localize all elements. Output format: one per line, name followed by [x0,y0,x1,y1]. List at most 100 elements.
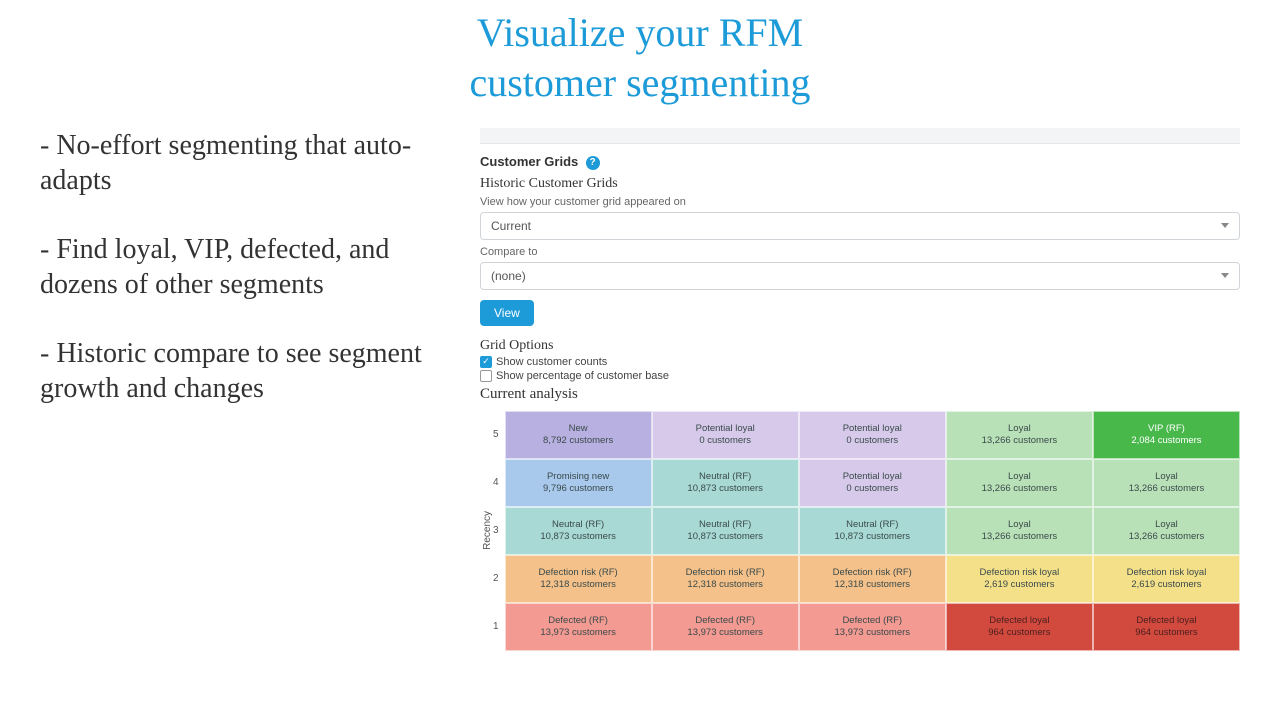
rfm-cell[interactable]: Promising new9,796 customers [505,459,652,507]
segment-count: 0 customers [699,435,751,447]
segment-name: Loyal [1008,519,1031,531]
app-panel: Customer Grids ? Historic Customer Grids… [480,128,1280,651]
rfm-cell[interactable]: Defected (RF)13,973 customers [799,603,946,651]
rfm-cell[interactable]: Defection risk (RF)12,318 customers [799,555,946,603]
historic-heading: Historic Customer Grids [480,176,1240,192]
rfm-cell[interactable]: Neutral (RF)10,873 customers [652,459,799,507]
title-line-1: Visualize your RFM [477,10,803,55]
analysis-title: Current analysis [480,386,1240,403]
y-axis-ticks: 5 4 3 2 1 [493,411,505,651]
segment-name: Defection risk loyal [1127,567,1207,579]
segment-name: Promising new [547,471,609,483]
segment-count: 12,318 customers [835,579,911,591]
segment-name: Potential loyal [696,423,755,435]
rfm-cell[interactable]: Defected loyal964 customers [1093,603,1240,651]
segment-name: Potential loyal [843,471,902,483]
segment-count: 13,973 customers [835,627,911,639]
view-button[interactable]: View [480,300,534,326]
opt-show-counts-row: ✓ Show customer counts [480,356,1240,368]
segment-count: 10,873 customers [687,483,763,495]
segment-name: Loyal [1155,519,1178,531]
compare-label: Compare to [480,246,1240,258]
rfm-grid-wrap: Recency 5 4 3 2 1 New8,792 customersPote… [480,411,1240,651]
rfm-grid: New8,792 customersPotential loyal0 custo… [505,411,1240,651]
rfm-cell[interactable]: Loyal13,266 customers [946,459,1093,507]
rfm-cell[interactable]: Loyal13,266 customers [1093,507,1240,555]
rfm-cell[interactable]: Neutral (RF)10,873 customers [652,507,799,555]
segment-name: Defected (RF) [842,615,902,627]
rfm-cell[interactable]: Defected (RF)13,973 customers [505,603,652,651]
segment-count: 13,266 customers [1129,483,1205,495]
rfm-cell[interactable]: Potential loyal0 customers [652,411,799,459]
grid-options-title: Grid Options [480,338,1240,354]
segment-name: VIP (RF) [1148,423,1185,435]
compare-select[interactable]: (none) [480,262,1240,290]
segment-count: 10,873 customers [835,531,911,543]
bullet-1: - No-effort segmenting that auto-adapts [40,128,460,198]
segment-name: Defection risk loyal [979,567,1059,579]
historic-hint: View how your customer grid appeared on [480,196,1240,208]
historic-date-select[interactable]: Current [480,212,1240,240]
segment-name: Neutral (RF) [846,519,898,531]
page-title: Visualize your RFM customer segmenting [0,0,1280,128]
segment-count: 12,318 customers [540,579,616,591]
section-title: Customer Grids [480,154,578,169]
opt-show-counts-checkbox[interactable]: ✓ [480,356,492,368]
rfm-cell[interactable]: Loyal13,266 customers [1093,459,1240,507]
rfm-cell[interactable]: Defection risk (RF)12,318 customers [505,555,652,603]
opt-show-percent-checkbox[interactable] [480,370,492,382]
segment-name: Defected loyal [989,615,1049,627]
rfm-cell[interactable]: Potential loyal0 customers [799,411,946,459]
bullet-2: - Find loyal, VIP, defected, and dozens … [40,232,460,302]
help-icon[interactable]: ? [586,156,600,170]
segment-count: 0 customers [846,483,898,495]
y-tick: 4 [493,477,499,488]
segment-name: Loyal [1155,471,1178,483]
segment-count: 2,084 customers [1131,435,1201,447]
rfm-cell[interactable]: Defection risk loyal2,619 customers [946,555,1093,603]
segment-count: 9,796 customers [543,483,613,495]
rfm-cell[interactable]: Potential loyal0 customers [799,459,946,507]
segment-name: Potential loyal [843,423,902,435]
segment-name: Neutral (RF) [699,471,751,483]
segment-count: 10,873 customers [540,531,616,543]
rfm-cell[interactable]: Neutral (RF)10,873 customers [799,507,946,555]
segment-name: Defection risk (RF) [539,567,618,579]
segment-name: Defected loyal [1136,615,1196,627]
chevron-down-icon [1221,223,1229,228]
segment-count: 12,318 customers [687,579,763,591]
segment-count: 13,973 customers [540,627,616,639]
rfm-cell[interactable]: Defected loyal964 customers [946,603,1093,651]
bullet-3: - Historic compare to see segment growth… [40,336,460,406]
segment-name: Neutral (RF) [699,519,751,531]
rfm-cell[interactable]: Loyal13,266 customers [946,411,1093,459]
rfm-cell[interactable]: Defection risk loyal2,619 customers [1093,555,1240,603]
rfm-cell[interactable]: Neutral (RF)10,873 customers [505,507,652,555]
rfm-cell[interactable]: Defected (RF)13,973 customers [652,603,799,651]
segment-name: Loyal [1008,423,1031,435]
y-tick: 1 [493,621,499,632]
segment-name: Defection risk (RF) [686,567,765,579]
segment-count: 964 customers [1135,627,1197,639]
segment-name: Defection risk (RF) [833,567,912,579]
y-tick: 5 [493,429,499,440]
rfm-cell[interactable]: Loyal13,266 customers [946,507,1093,555]
segment-name: Loyal [1008,471,1031,483]
segment-name: Defected (RF) [548,615,608,627]
segment-count: 964 customers [988,627,1050,639]
rfm-cell[interactable]: VIP (RF)2,084 customers [1093,411,1240,459]
segment-count: 10,873 customers [687,531,763,543]
segment-count: 2,619 customers [1131,579,1201,591]
y-axis-label: Recency [480,511,493,550]
segment-name: New [569,423,588,435]
segment-name: Neutral (RF) [552,519,604,531]
segment-count: 0 customers [846,435,898,447]
segment-count: 13,266 customers [982,483,1058,495]
y-tick: 3 [493,525,499,536]
rfm-cell[interactable]: Defection risk (RF)12,318 customers [652,555,799,603]
segment-count: 13,266 customers [982,531,1058,543]
segment-count: 13,973 customers [687,627,763,639]
rfm-cell[interactable]: New8,792 customers [505,411,652,459]
customer-grids-header: Customer Grids ? [480,154,1240,170]
chevron-down-icon [1221,273,1229,278]
